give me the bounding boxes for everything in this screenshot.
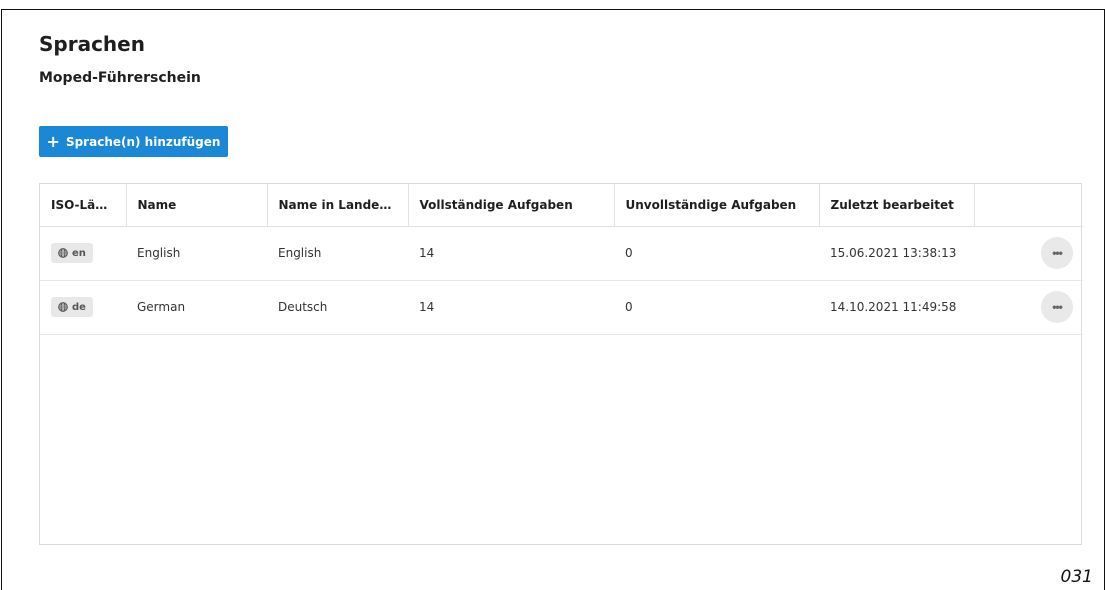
column-header-name[interactable]: Name	[126, 184, 268, 227]
column-header-last-edited[interactable]: Zuletzt bearbeitet	[819, 184, 975, 227]
table-header-row: ISO-Länd... Name Name in Landess... Voll…	[40, 184, 1083, 227]
plus-icon: +	[46, 131, 60, 151]
cell-name: English	[126, 226, 267, 281]
table-row[interactable]: en English English 14 0 15.06.2021 13:38…	[40, 226, 1083, 281]
page-title: Sprachen	[39, 32, 145, 56]
table-row[interactable]: de German Deutsch 14 0 14.10.2021 11:49:…	[40, 280, 1083, 335]
cell-native-name: Deutsch	[267, 280, 408, 335]
cell-last-edited: 14.10.2021 11:49:58	[819, 280, 974, 335]
add-language-button[interactable]: + Sprache(n) hinzufügen	[39, 126, 228, 157]
cell-incomplete-tasks: 0	[614, 280, 819, 335]
cell-name: German	[126, 280, 267, 335]
globe-icon	[58, 302, 68, 312]
column-header-incomplete-tasks[interactable]: Unvollständige Aufgaben	[614, 184, 820, 227]
cell-incomplete-tasks: 0	[614, 226, 819, 281]
cell-complete-tasks: 14	[408, 226, 614, 281]
globe-icon	[58, 248, 68, 258]
more-options-button[interactable]: •••	[1041, 237, 1073, 269]
add-language-label: Sprache(n) hinzufügen	[65, 134, 221, 149]
column-header-complete-tasks[interactable]: Vollständige Aufgaben	[408, 184, 615, 227]
cell-last-edited: 15.06.2021 13:38:13	[819, 226, 974, 281]
iso-badge: en	[51, 243, 93, 263]
iso-code: de	[72, 301, 86, 313]
languages-table: ISO-Länd... Name Name in Landess... Voll…	[39, 183, 1083, 545]
iso-code: en	[72, 247, 86, 259]
cell-native-name: English	[267, 226, 408, 281]
more-options-button[interactable]: •••	[1041, 291, 1073, 323]
column-header-native-name[interactable]: Name in Landess...	[267, 184, 409, 227]
page-number: 031	[1060, 567, 1093, 587]
iso-badge: de	[51, 297, 93, 317]
cell-complete-tasks: 14	[408, 280, 614, 335]
page-subtitle: Moped-Führerschein	[39, 70, 201, 86]
column-header-iso[interactable]: ISO-Länd...	[40, 184, 127, 227]
column-header-actions	[974, 184, 1083, 227]
